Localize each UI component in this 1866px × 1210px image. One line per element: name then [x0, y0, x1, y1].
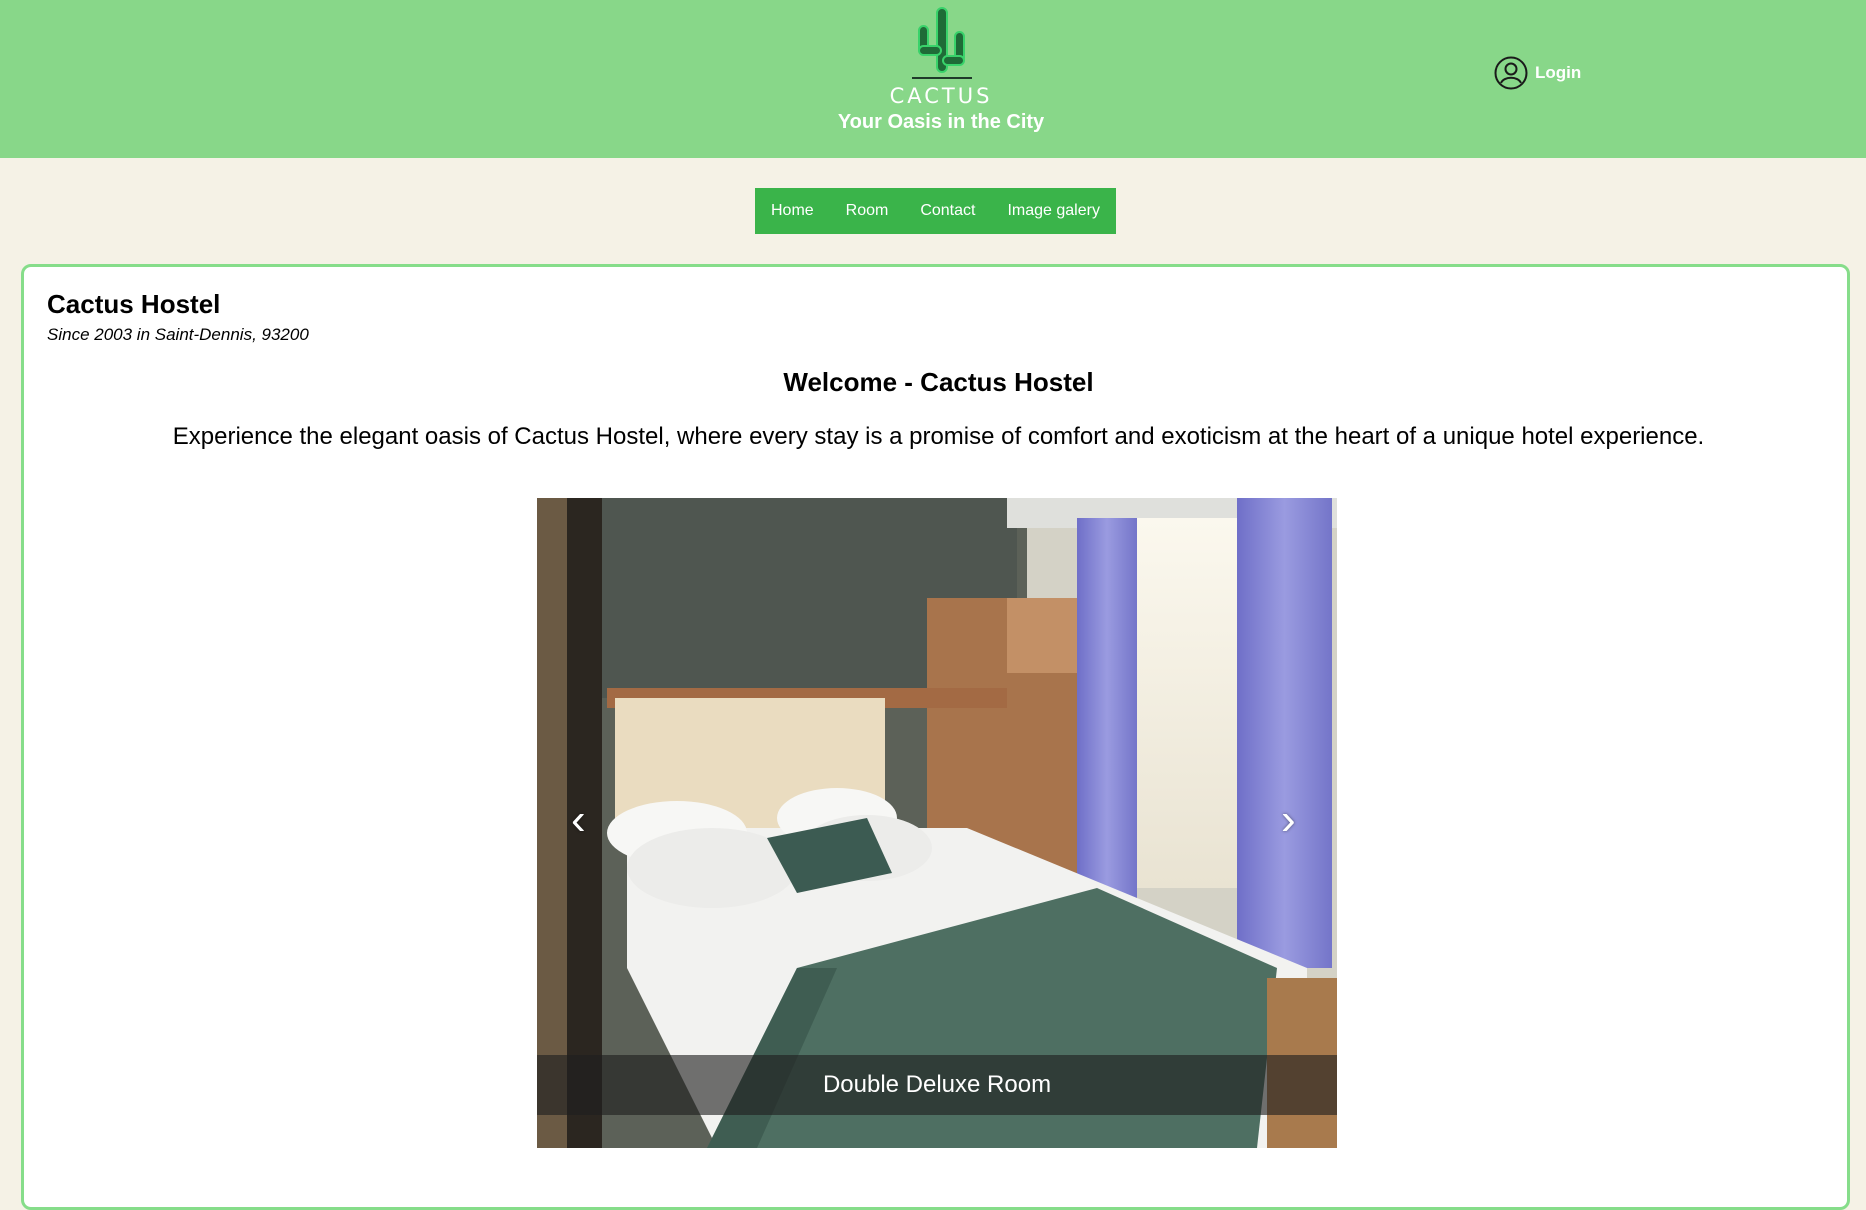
welcome-title: Welcome - Cactus Hostel: [783, 367, 1094, 397]
room-carousel: ‹ › Double Deluxe Room: [537, 498, 1337, 1148]
nav-image-gallery[interactable]: Image galery: [1001, 202, 1106, 220]
welcome-intro: Experience the elegant oasis of Cactus H…: [172, 423, 1705, 450]
nav-home[interactable]: Home: [765, 202, 820, 220]
nav-contact[interactable]: Contact: [914, 202, 981, 220]
chevron-right-icon: ›: [1281, 795, 1296, 844]
brand: CACTUS Your Oasis in the City: [0, 0, 1866, 158]
chevron-left-icon: ‹: [571, 795, 586, 844]
site-header: CACTUS Your Oasis in the City Login: [0, 0, 1866, 158]
carousel-caption: Double Deluxe Room: [537, 1055, 1337, 1115]
nav-room[interactable]: Room: [840, 202, 895, 220]
main-card: Cactus Hostel Since 2003 in Saint-Dennis…: [21, 264, 1850, 1210]
carousel-prev-button[interactable]: ‹: [571, 798, 586, 842]
brand-tagline: Your Oasis in the City: [837, 111, 1045, 133]
user-account-icon: [1494, 56, 1528, 90]
hostel-since: Since 2003 in Saint-Dennis, 93200: [47, 325, 309, 344]
brand-name: CACTUS: [889, 84, 993, 108]
main-nav: Home Room Contact Image galery: [755, 188, 1116, 234]
login-label: Login: [1535, 63, 1582, 82]
cactus-logo-icon[interactable]: [908, 6, 976, 82]
login-link[interactable]: Login: [1494, 55, 1581, 91]
carousel-next-button[interactable]: ›: [1281, 798, 1296, 842]
room-photo: [537, 498, 1337, 1148]
hostel-name: Cactus Hostel: [47, 289, 221, 319]
